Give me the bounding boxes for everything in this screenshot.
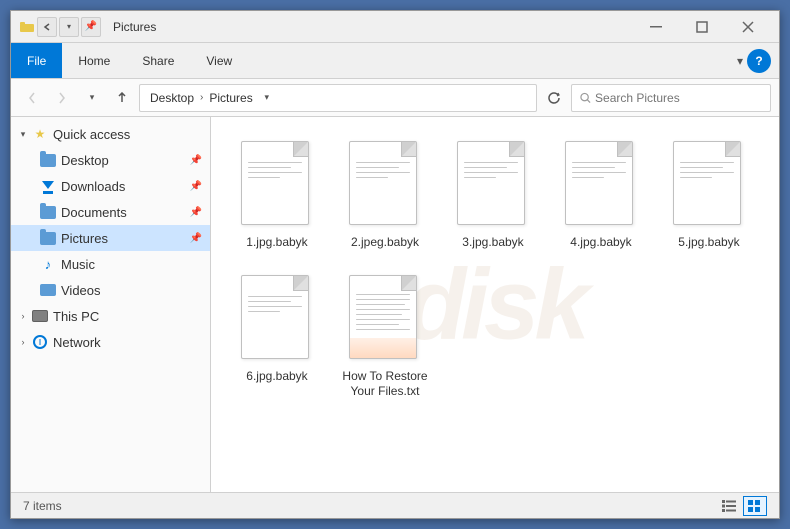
- sidebar-item-pictures[interactable]: Pictures 📌: [11, 225, 210, 251]
- documents-folder-icon: [39, 204, 57, 220]
- sidebar-item-videos[interactable]: Videos: [11, 277, 210, 303]
- quick-toolbar[interactable]: ▾ 📌: [19, 17, 101, 37]
- list-view-button[interactable]: [717, 496, 741, 516]
- sidebar-item-documents[interactable]: Documents 📌: [11, 199, 210, 225]
- item-count: 7 items: [23, 499, 717, 513]
- quick-toolbar-pin[interactable]: 📌: [81, 17, 101, 37]
- thispc-expand-icon[interactable]: ›: [15, 308, 31, 324]
- tab-file[interactable]: File: [11, 43, 62, 78]
- file-icon-1: [241, 141, 313, 229]
- sidebar-music-label: Music: [61, 257, 202, 272]
- path-segment-thispc[interactable]: Desktop: [148, 90, 196, 106]
- downloads-pin-icon: 📌: [190, 181, 202, 192]
- dropdown-recent-button[interactable]: ▾: [79, 85, 105, 111]
- file-icon-7: [349, 275, 421, 363]
- help-button[interactable]: ?: [747, 49, 771, 73]
- file-icon-2: [349, 141, 421, 229]
- path-segment-pictures[interactable]: Pictures: [207, 90, 254, 106]
- file-item[interactable]: 5.jpg.babyk: [659, 133, 759, 259]
- file-icon-5: [673, 141, 745, 229]
- status-bar: 7 items: [11, 492, 779, 518]
- quick-toolbar-back[interactable]: [37, 17, 57, 37]
- music-icon: ♪: [39, 256, 57, 272]
- file-icon-4: [565, 141, 637, 229]
- window-icon: ▾ 📌: [19, 17, 105, 37]
- sidebar-item-downloads[interactable]: Downloads 📌: [11, 173, 210, 199]
- search-box[interactable]: [571, 84, 771, 112]
- quick-toolbar-dropdown[interactable]: ▾: [59, 17, 79, 37]
- up-button[interactable]: [109, 85, 135, 111]
- downloads-icon: [39, 178, 57, 194]
- videos-icon: [39, 282, 57, 298]
- quick-access-expand-icon[interactable]: ▾: [15, 126, 31, 142]
- pictures-pin-icon: 📌: [190, 233, 202, 244]
- ribbon: File Home Share View ▾ ?: [11, 43, 779, 79]
- desktop-pin-icon: 📌: [190, 155, 202, 166]
- address-bar: ▾ Desktop document.currentScript.previou…: [11, 79, 779, 117]
- refresh-button[interactable]: [541, 85, 567, 111]
- file-item[interactable]: 2.jpeg.babyk: [335, 133, 435, 259]
- content-area: disk 1.jpg.babyk: [211, 117, 779, 492]
- sidebar-desktop-label: Desktop: [61, 153, 188, 168]
- sidebar-documents-label: Documents: [61, 205, 188, 220]
- tab-view[interactable]: View: [190, 43, 248, 78]
- file-name-1: 1.jpg.babyk: [246, 235, 307, 251]
- network-icon: [31, 334, 49, 350]
- file-item[interactable]: 4.jpg.babyk: [551, 133, 651, 259]
- file-icon-3: [457, 141, 529, 229]
- sidebar-item-music[interactable]: ♪ Music: [11, 251, 210, 277]
- tab-home[interactable]: Home: [62, 43, 126, 78]
- network-expand-icon[interactable]: ›: [15, 334, 31, 350]
- sidebar-network-label: Network: [53, 335, 202, 350]
- sidebar-thispc-label: This PC: [53, 309, 202, 324]
- file-name-2: 2.jpeg.babyk: [351, 235, 419, 251]
- search-icon: [580, 92, 591, 104]
- file-item[interactable]: How To RestoreYour Files.txt: [335, 267, 435, 408]
- file-item[interactable]: 1.jpg.babyk: [227, 133, 327, 259]
- file-item[interactable]: 3.jpg.babyk: [443, 133, 543, 259]
- pictures-folder-icon: [39, 230, 57, 246]
- desktop-folder-icon: [39, 152, 57, 168]
- quick-access-label: Quick access: [53, 127, 202, 142]
- file-name-5: 5.jpg.babyk: [678, 235, 739, 251]
- sidebar-item-quick-access[interactable]: ▾ ★ Quick access: [11, 121, 210, 147]
- back-button[interactable]: [19, 85, 45, 111]
- path-arrow-1: ›: [200, 92, 203, 103]
- view-buttons[interactable]: [717, 496, 767, 516]
- sidebar-item-desktop[interactable]: Desktop 📌: [11, 147, 210, 173]
- window-controls[interactable]: [633, 11, 771, 43]
- file-name-7: How To RestoreYour Files.txt: [342, 369, 427, 400]
- sidebar-downloads-label: Downloads: [61, 179, 188, 194]
- forward-button[interactable]: [49, 85, 75, 111]
- large-icons-view-button[interactable]: [743, 496, 767, 516]
- ribbon-collapse-btn[interactable]: ▾: [737, 54, 743, 68]
- sidebar-item-network[interactable]: › Network: [11, 329, 210, 355]
- address-path[interactable]: Desktop document.currentScript.previousE…: [139, 84, 537, 112]
- thispc-icon: [31, 308, 49, 324]
- sidebar: ▾ ★ Quick access Desktop 📌: [11, 117, 211, 492]
- sidebar-pictures-label: Pictures: [61, 231, 188, 246]
- path-dropdown-icon[interactable]: ▾: [259, 90, 275, 106]
- tab-share[interactable]: Share: [126, 43, 190, 78]
- file-name-3: 3.jpg.babyk: [462, 235, 523, 251]
- documents-pin-icon: 📌: [190, 207, 202, 218]
- sidebar-item-thispc[interactable]: › This PC: [11, 303, 210, 329]
- tb-folder-icon: [19, 19, 35, 35]
- window-title: Pictures: [113, 20, 633, 34]
- sidebar-videos-label: Videos: [61, 283, 202, 298]
- close-button[interactable]: [725, 11, 771, 43]
- file-icon-6: [241, 275, 313, 363]
- file-item[interactable]: 6.jpg.babyk: [227, 267, 327, 408]
- minimize-button[interactable]: [633, 11, 679, 43]
- file-name-6: 6.jpg.babyk: [246, 369, 307, 385]
- quick-access-star-icon: ★: [31, 126, 49, 142]
- file-name-4: 4.jpg.babyk: [570, 235, 631, 251]
- maximize-button[interactable]: [679, 11, 725, 43]
- search-input[interactable]: [595, 91, 762, 105]
